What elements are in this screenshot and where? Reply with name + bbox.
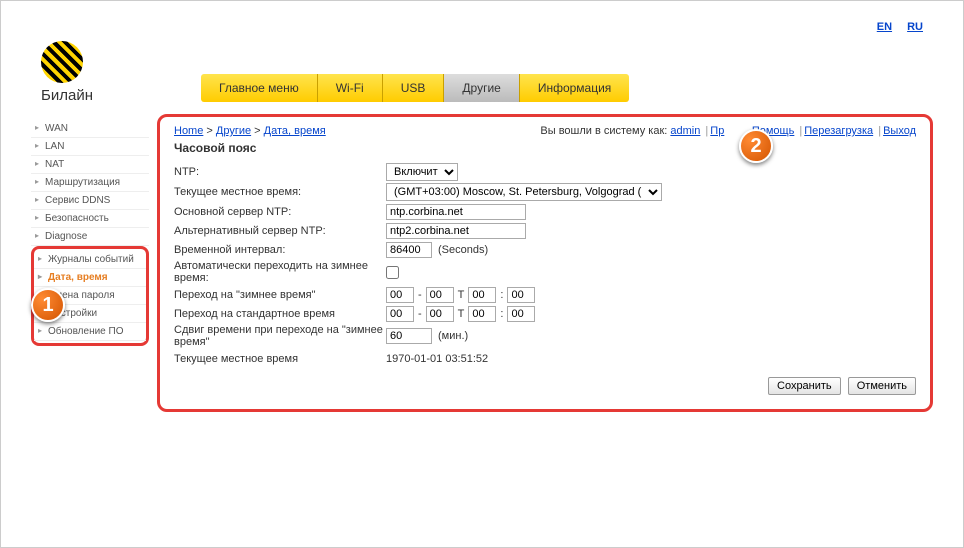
alt-label: Альтернативный сервер NTP:: [174, 225, 386, 237]
interval-unit: (Seconds): [438, 244, 488, 256]
tab-wifi[interactable]: Wi-Fi: [318, 74, 383, 102]
lang-en[interactable]: EN: [877, 21, 892, 33]
sidebar-item-routing[interactable]: Маршрутизация: [31, 174, 149, 192]
timezone-select[interactable]: (GMT+03:00) Moscow, St. Petersburg, Volg…: [386, 183, 662, 201]
crumb-home[interactable]: Home: [174, 125, 203, 137]
tab-info[interactable]: Информация: [520, 74, 629, 102]
sidebar: WAN LAN NAT Маршрутизация Сервис DDNS Бе…: [31, 120, 149, 412]
page-title: Часовой пояс: [174, 141, 916, 155]
interval-input[interactable]: [386, 242, 432, 258]
alt-ntp-input[interactable]: [386, 223, 526, 239]
autodst-label: Автоматически переходить на зимнее время…: [174, 260, 386, 284]
offset-unit: (мин.): [438, 330, 468, 342]
sidebar-item-security[interactable]: Безопасность: [31, 210, 149, 228]
crumb-other[interactable]: Другие: [216, 125, 251, 137]
interval-label: Временной интервал:: [174, 244, 386, 256]
sidebar-item-log[interactable]: Журналы событий: [34, 251, 146, 269]
winter-h[interactable]: [468, 287, 496, 303]
autodst-checkbox[interactable]: [386, 266, 399, 279]
tz-label: Текущее местное время:: [174, 186, 386, 198]
ntp-label: NTP:: [174, 166, 386, 178]
login-info: Вы вошли в систему как: admin |Пр Помощь…: [540, 125, 916, 137]
user-link[interactable]: admin: [670, 125, 700, 137]
language-switcher: EN RU: [865, 21, 923, 33]
winter-label: Переход на "зимнее время": [174, 289, 386, 301]
standard-label: Переход на стандартное время: [174, 308, 386, 320]
sidebar-item-diagnose[interactable]: Diagnose: [31, 228, 149, 246]
callout-badge-2: 2: [739, 129, 773, 163]
reboot-link[interactable]: Перезагрузка: [804, 125, 873, 137]
content-callout: Home > Другие > Дата, время Вы вошли в с…: [157, 114, 933, 412]
std-h[interactable]: [468, 306, 496, 322]
cancel-button[interactable]: Отменить: [848, 377, 916, 395]
std-min[interactable]: [507, 306, 535, 322]
tab-main[interactable]: Главное меню: [201, 74, 318, 102]
ntp-select[interactable]: Включить: [386, 163, 458, 181]
winter-m[interactable]: [386, 287, 414, 303]
tab-other[interactable]: Другие: [444, 74, 519, 102]
logo-text: Билайн: [41, 87, 93, 104]
sidebar-item-lan[interactable]: LAN: [31, 138, 149, 156]
breadcrumb: Home > Другие > Дата, время: [174, 125, 326, 137]
std-d[interactable]: [426, 306, 454, 322]
sidebar-item-firmware[interactable]: Обновление ПО: [34, 323, 146, 341]
winter-d[interactable]: [426, 287, 454, 303]
winter-min[interactable]: [507, 287, 535, 303]
callout-badge-1: 1: [31, 288, 65, 322]
sidebar-item-ddns[interactable]: Сервис DDNS: [31, 192, 149, 210]
offset-label: Сдвиг времени при переходе на "зимнее вр…: [174, 324, 386, 348]
current-time-value: 1970-01-01 03:51:52: [386, 353, 488, 365]
save-button[interactable]: Сохранить: [768, 377, 841, 395]
crumb-datetime[interactable]: Дата, время: [264, 125, 326, 137]
sidebar-item-nat[interactable]: NAT: [31, 156, 149, 174]
pr-link[interactable]: Пр: [710, 125, 724, 137]
main-nav: Главное меню Wi-Fi USB Другие Информация: [201, 74, 933, 102]
logo-icon: [41, 41, 83, 83]
current-label: Текущее местное время: [174, 353, 386, 365]
offset-input[interactable]: [386, 328, 432, 344]
tab-usb[interactable]: USB: [383, 74, 445, 102]
sidebar-item-wan[interactable]: WAN: [31, 120, 149, 138]
sidebar-item-datetime[interactable]: Дата, время: [34, 269, 146, 287]
lang-ru[interactable]: RU: [907, 21, 923, 33]
primary-ntp-input[interactable]: [386, 204, 526, 220]
primary-label: Основной сервер NTP:: [174, 206, 386, 218]
std-m[interactable]: [386, 306, 414, 322]
logout-link[interactable]: Выход: [883, 125, 916, 137]
